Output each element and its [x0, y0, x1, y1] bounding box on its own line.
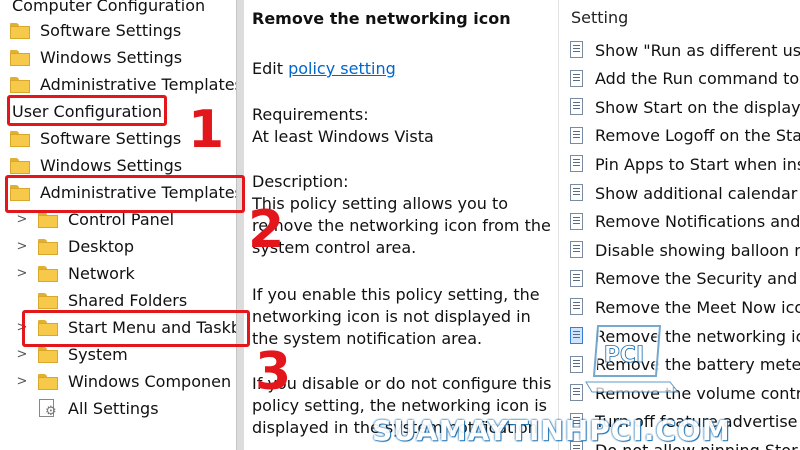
tree-item-label: Windows Componen: [68, 372, 232, 391]
setting-label: Remove the Security and M: [595, 269, 800, 289]
setting-row[interactable]: Show Start on the display: [569, 93, 800, 121]
tree-item-label: Software Settings: [40, 21, 182, 40]
description-label: Description:: [252, 172, 349, 191]
setting-column-header[interactable]: Setting: [571, 8, 628, 27]
tree-item[interactable]: Software Settings: [10, 17, 181, 44]
tree-item-label: Windows Settings: [40, 156, 183, 175]
tree-item-label: Computer Configuration: [12, 0, 206, 15]
tree-item-label: Shared Folders: [68, 291, 188, 310]
policy-document-icon: [569, 212, 585, 231]
highlight-start-menu-taskbar: [22, 310, 250, 347]
description-line: If you disable or do not configure this: [252, 374, 552, 393]
policy-tree: Computer Configuration Software Settings W…: [0, 0, 236, 450]
policy-document-icon: [569, 155, 585, 173]
chevron-right-icon[interactable]: >: [16, 266, 28, 281]
folder-icon: [38, 265, 58, 282]
all-settings-icon: [38, 398, 58, 419]
chevron-right-icon[interactable]: >: [16, 239, 28, 254]
tree-item[interactable]: > Windows Componen: [17, 368, 232, 395]
setting-row[interactable]: Show additional calendar: [569, 179, 797, 207]
chevron-right-icon[interactable]: >: [16, 374, 28, 389]
tree-item-label: Software Settings: [40, 129, 182, 148]
highlight-user-configuration: [7, 95, 167, 126]
policy-document-icon: [569, 298, 585, 316]
tree-item-label: Windows Settings: [40, 48, 183, 67]
watermark-logo-text: PCI: [604, 343, 644, 368]
tree-item[interactable]: Windows Settings: [10, 44, 182, 71]
description-line: system control area.: [252, 238, 417, 257]
requirements-label: Requirements:: [252, 105, 369, 124]
policy-document-icon: [569, 69, 585, 88]
policy-document-icon: [569, 184, 585, 202]
setting-label: Remove the Meet Now ico: [595, 297, 800, 317]
setting-row[interactable]: Add the Run command to: [569, 65, 799, 93]
policy-document-icon: [569, 241, 585, 259]
setting-row[interactable]: Disable showing balloon n: [569, 236, 800, 264]
setting-row[interactable]: Remove Notifications and: [569, 208, 800, 236]
setting-label: Disable showing balloon n: [595, 240, 800, 260]
setting-label: Remove Notifications and: [595, 212, 800, 232]
highlight-administrative-templates: [5, 175, 245, 213]
step-number-3: 3: [255, 342, 292, 402]
edit-policy-setting-link[interactable]: policy setting: [288, 59, 396, 78]
description-line: networking icon is not displayed in: [252, 307, 531, 326]
folder-icon: [38, 292, 58, 309]
description-line: If you enable this policy setting, the: [252, 285, 540, 304]
tree-item-label: Network: [68, 264, 135, 283]
chevron-right-icon[interactable]: >: [16, 347, 28, 362]
step-number-2: 2: [248, 200, 285, 260]
policy-title: Remove the networking icon: [252, 9, 511, 28]
description-line: the system notification area.: [252, 329, 483, 348]
setting-label: Show additional calendar: [595, 183, 798, 203]
policy-document-icon: [569, 41, 585, 59]
folder-icon: [10, 76, 30, 93]
setting-row[interactable]: Pin Apps to Start when ins: [569, 150, 800, 178]
tree-item-label: System: [68, 345, 128, 364]
tree-item[interactable]: Administrative Templates: [10, 71, 236, 98]
setting-label: Pin Apps to Start when ins: [595, 154, 800, 174]
tree-item[interactable]: All Settings: [38, 395, 159, 422]
tree-item[interactable]: > Desktop: [17, 233, 134, 260]
setting-row[interactable]: Show "Run as different use: [569, 36, 800, 64]
folder-icon: [10, 22, 30, 39]
edit-policy-line: Edit policy setting: [252, 58, 552, 80]
setting-label: Add the Run command to: [595, 69, 800, 89]
folder-icon: [38, 211, 58, 228]
folder-icon: [38, 373, 58, 390]
step-number-1: 1: [188, 100, 225, 160]
setting-label: Remove Logoff on the Sta: [595, 126, 800, 146]
tree-item-label: Administrative Templates: [40, 75, 236, 94]
setting-label: Show "Run as different use: [595, 40, 800, 60]
tree-item-label: Desktop: [68, 237, 134, 256]
watermark-text: SUAMAYTINHPCI.COM: [372, 414, 731, 447]
folder-icon: [10, 157, 30, 174]
edit-prefix: Edit: [252, 59, 289, 78]
setting-row[interactable]: Remove Logoff on the Sta: [569, 122, 800, 150]
setting-row[interactable]: Remove the Security and M: [569, 265, 800, 293]
folder-icon: [38, 346, 58, 363]
folder-icon: [38, 238, 58, 255]
policy-document-icon: [569, 126, 585, 145]
pane-divider: [236, 0, 237, 450]
policy-document-icon: [569, 269, 585, 288]
requirements-value: At least Windows Vista: [252, 127, 434, 146]
description-line: remove the networking icon from the: [252, 216, 551, 235]
folder-icon: [10, 49, 30, 66]
tree-item[interactable]: > Network: [17, 260, 135, 287]
pane-splitter[interactable]: [236, 0, 244, 450]
description-line: This policy setting allows you to: [252, 194, 509, 213]
watermark-logo: PCI: [585, 323, 680, 393]
folder-icon: [10, 130, 30, 147]
policy-document-icon: [569, 98, 585, 116]
setting-label: Show Start on the display: [595, 97, 800, 117]
tree-item-label: All Settings: [68, 399, 159, 418]
chevron-right-icon[interactable]: >: [16, 212, 28, 227]
tree-item[interactable]: Software Settings: [10, 125, 181, 152]
